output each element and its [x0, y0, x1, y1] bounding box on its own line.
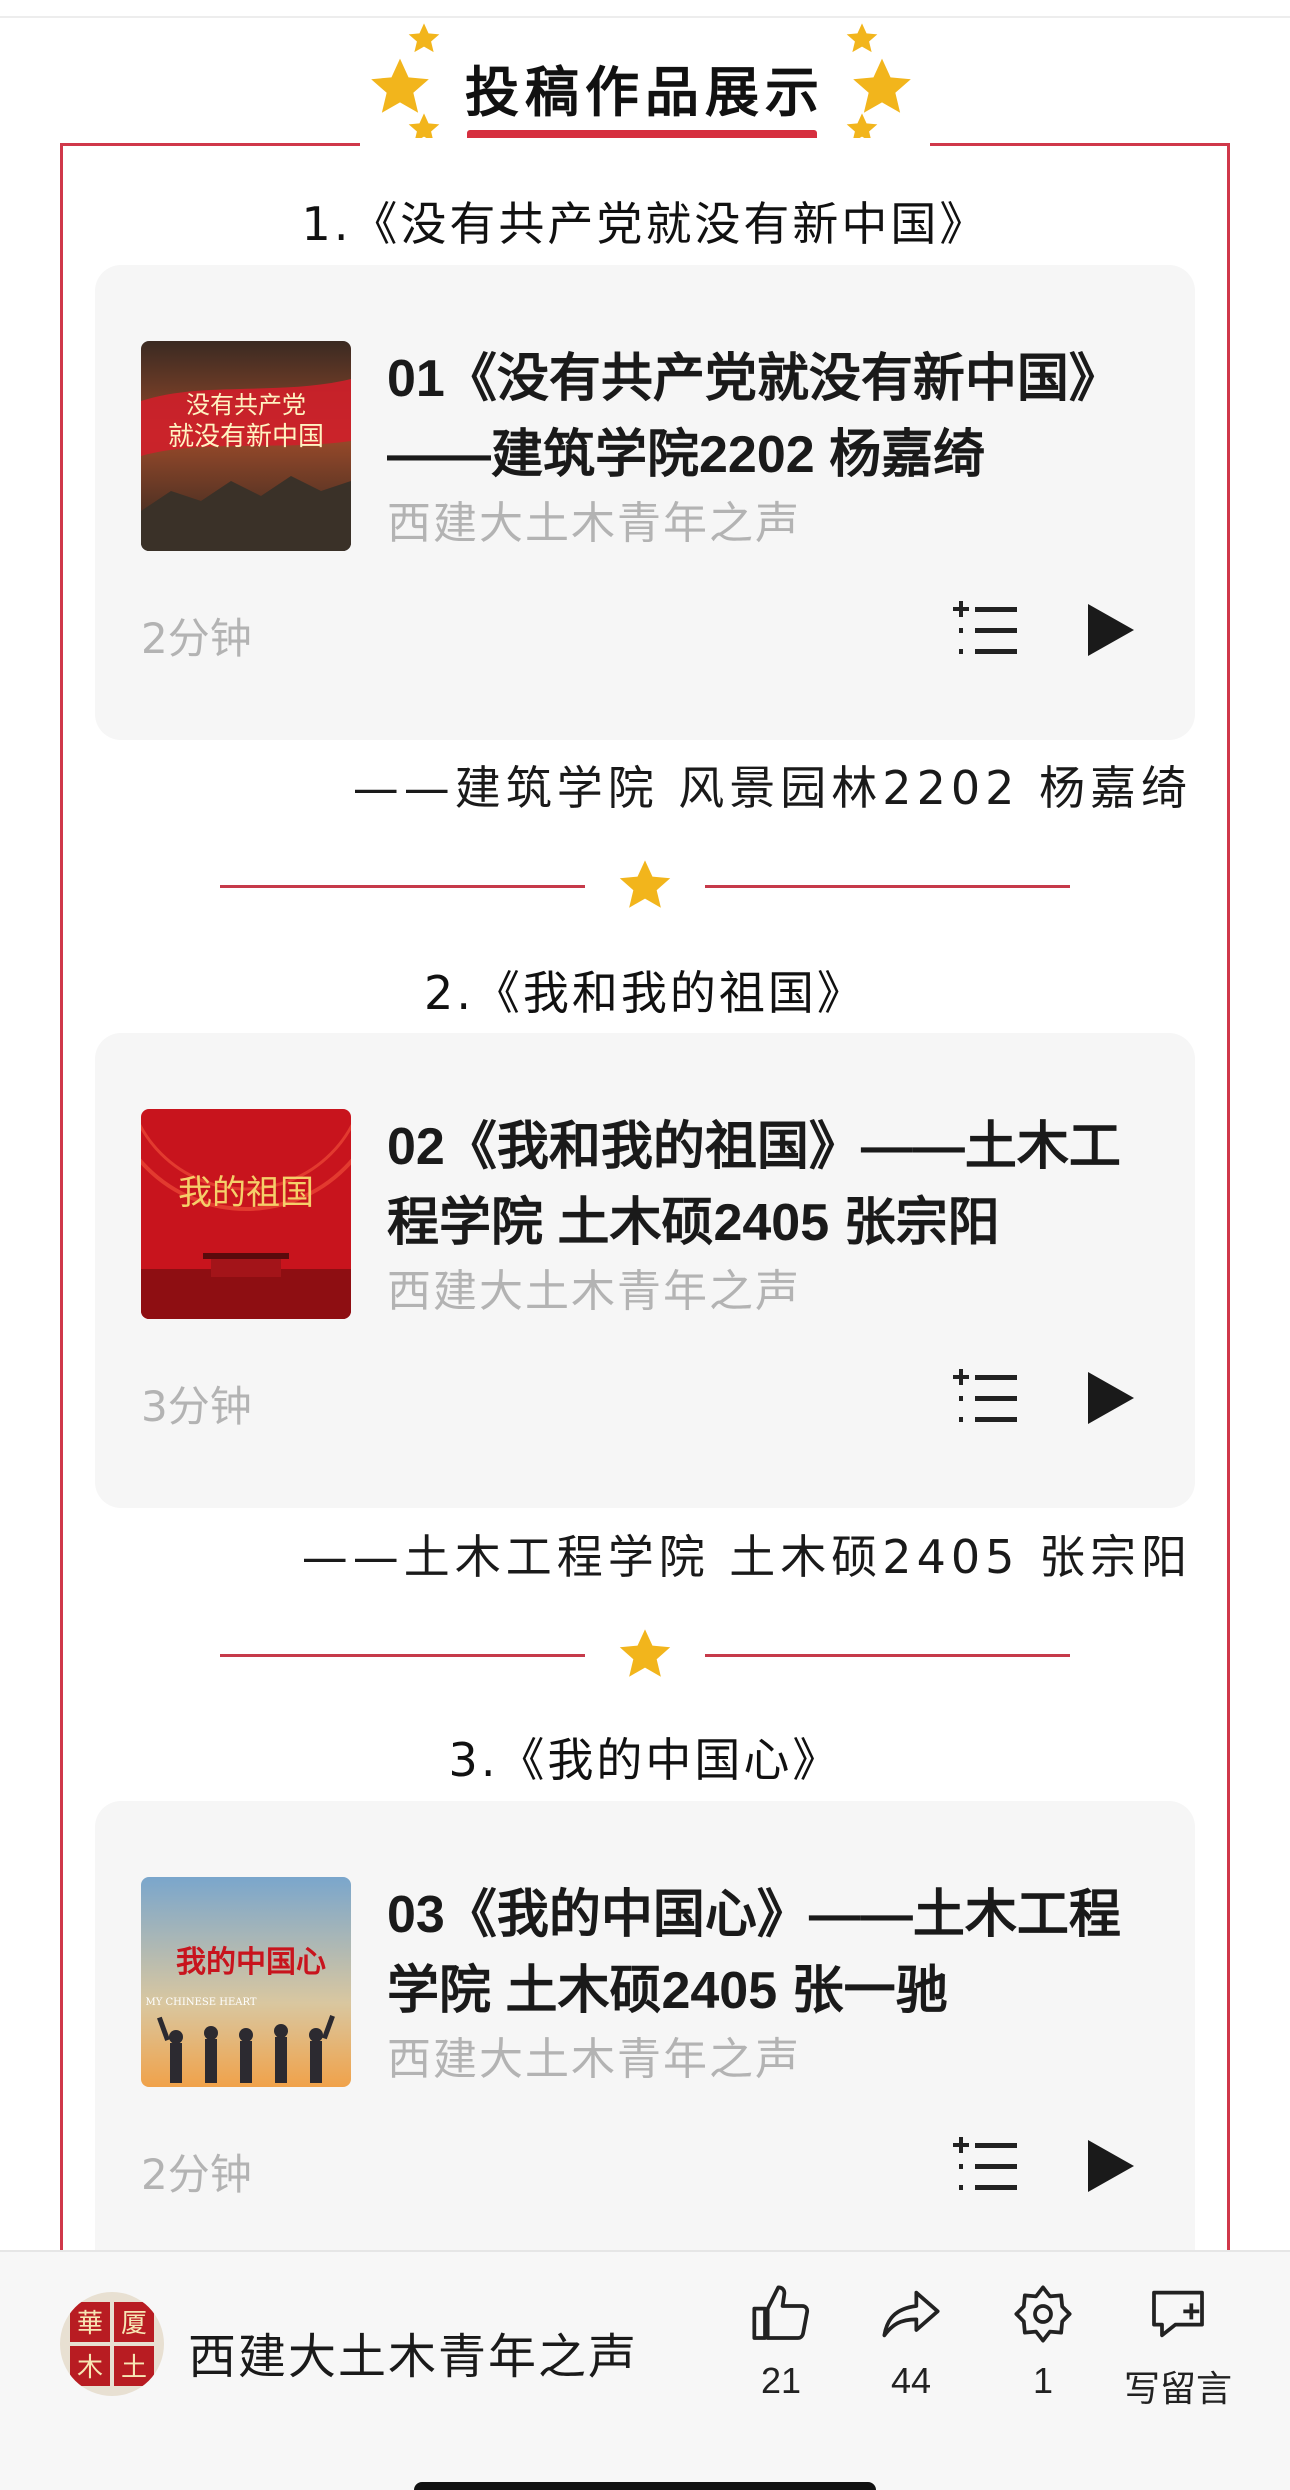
- section-divider: [220, 1625, 1070, 1685]
- page-title: 投稿作品展示: [465, 61, 825, 124]
- bottom-action-bar: 華 厦 木 土 西建大土木青年之声 21 44 1 写留言: [0, 2250, 1290, 2490]
- audio-title[interactable]: 03《我的中国心》——土木工程学院 土木硕2405 张一驰: [387, 1877, 1167, 2029]
- section-divider: [220, 856, 1070, 916]
- playlist-add-icon[interactable]: [953, 2131, 1023, 2201]
- home-indicator: [414, 2482, 876, 2490]
- thumb-text: 就没有新中国: [168, 422, 324, 452]
- audio-thumbnail: 我的祖国: [141, 1109, 351, 1319]
- avatar-text: 木: [77, 2353, 103, 2383]
- like-count: 21: [760, 2360, 802, 2401]
- author-credit-2: ——土木工程学院 土木硕2405 张宗阳: [301, 1530, 1192, 1584]
- thumb-text: 没有共产党: [186, 391, 306, 419]
- avatar-text: 厦: [121, 2309, 147, 2339]
- audio-duration: 3分钟: [141, 1382, 252, 1431]
- share-count: 44: [890, 2360, 932, 2401]
- favorite-count: 1: [1032, 2360, 1054, 2401]
- author-credit-1: ——建筑学院 风景园林2202 杨嘉绮: [352, 761, 1192, 815]
- audio-card-2[interactable]: 我的祖国 02《我和我的祖国》——土木工程学院 土木硕2405 张宗阳 西建大土…: [95, 1033, 1195, 1508]
- thumb-text: MY CHINESE HEART: [146, 1997, 257, 2008]
- account-name[interactable]: 西建大土木青年之声: [188, 2317, 638, 2387]
- comment-label: 写留言: [1123, 2368, 1232, 2409]
- audio-duration: 2分钟: [141, 614, 252, 663]
- audio-source: 西建大土木青年之声: [387, 2034, 801, 2085]
- star-icon: [619, 1629, 671, 1677]
- play-icon[interactable]: [1080, 2134, 1140, 2198]
- like-icon: [752, 2285, 810, 2340]
- section-title-2: 2.《我和我的祖国》: [424, 966, 866, 1020]
- audio-source: 西建大土木青年之声: [387, 1266, 801, 1317]
- section-title-3: 3.《我的中国心》: [448, 1733, 842, 1787]
- audio-card-1[interactable]: 没有共产党 就没有新中国 01《没有共产党就没有新中国》——建筑学院2202 杨…: [95, 265, 1195, 740]
- audio-title[interactable]: 02《我和我的祖国》——土木工程学院 土木硕2405 张宗阳: [387, 1109, 1167, 1261]
- avatar[interactable]: 華 厦 木 土: [60, 2292, 164, 2396]
- audio-source: 西建大土木青年之声: [387, 498, 801, 549]
- audio-card-3[interactable]: 我的中国心 MY CHINESE HEART 03《我的中国心》——土木工程学院…: [95, 1801, 1195, 2276]
- like-button[interactable]: 21: [716, 2282, 846, 2432]
- comment-button[interactable]: 写留言: [1108, 2282, 1248, 2432]
- avatar-text: 土: [121, 2353, 147, 2383]
- section-header: 投稿作品展示: [0, 18, 1290, 158]
- favorite-icon: [1014, 2285, 1072, 2343]
- playlist-add-icon[interactable]: [953, 595, 1023, 665]
- avatar-text: 華: [77, 2309, 103, 2339]
- share-icon: [882, 2290, 940, 2338]
- share-button[interactable]: 44: [846, 2282, 976, 2432]
- status-strip: [0, 0, 1290, 18]
- frame-gap: [360, 138, 930, 150]
- comment-icon: [1152, 2290, 1204, 2338]
- audio-duration: 2分钟: [141, 2150, 252, 2199]
- section-title-1: 1.《没有共产党就没有新中国》: [301, 197, 989, 251]
- audio-thumbnail: 我的中国心 MY CHINESE HEART: [141, 1877, 351, 2087]
- thumb-text: 我的中国心: [176, 1945, 326, 1980]
- star-icon: [619, 860, 671, 908]
- playlist-add-icon[interactable]: [953, 1363, 1023, 1433]
- audio-title[interactable]: 01《没有共产党就没有新中国》——建筑学院2202 杨嘉绮: [387, 341, 1167, 493]
- audio-thumbnail: 没有共产党 就没有新中国: [141, 341, 351, 551]
- favorite-button[interactable]: 1: [978, 2282, 1108, 2432]
- play-icon[interactable]: [1080, 1366, 1140, 1430]
- thumb-text: 我的祖国: [178, 1173, 314, 1213]
- play-icon[interactable]: [1080, 598, 1140, 662]
